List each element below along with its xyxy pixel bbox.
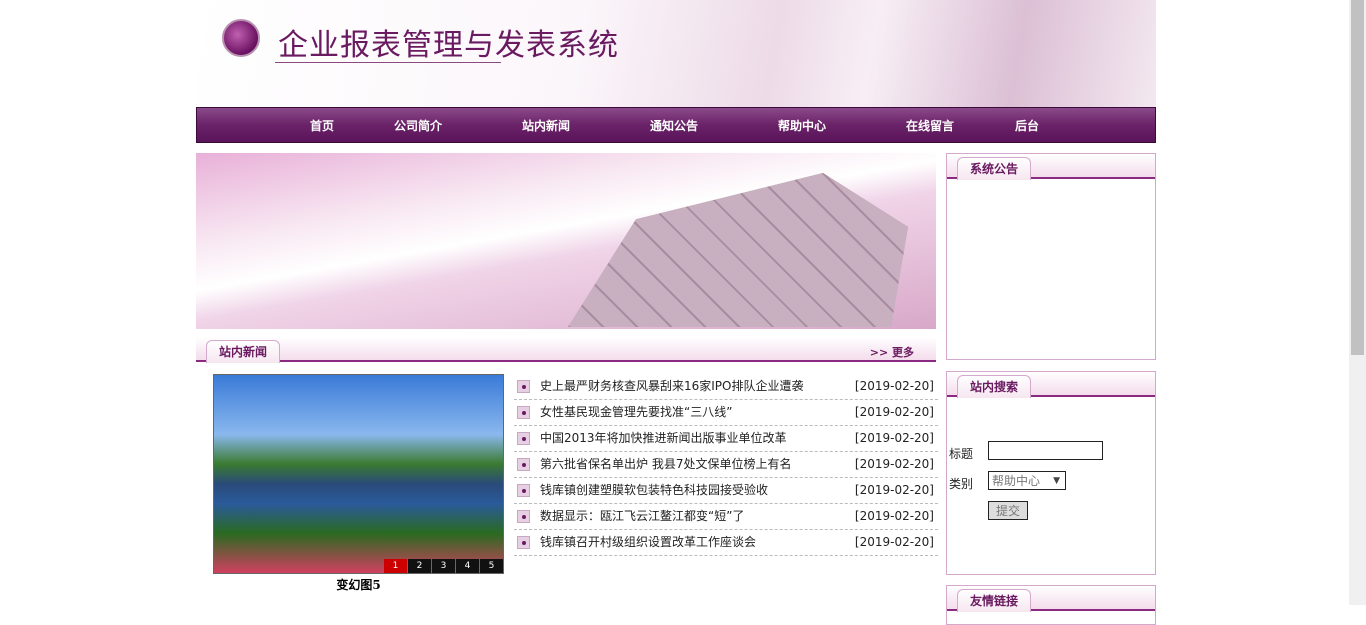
news-title[interactable]: 中国2013年将加快推进新闻出版事业单位改革 bbox=[540, 426, 787, 451]
slide-page-4[interactable]: 4 bbox=[456, 559, 479, 573]
category-select[interactable]: 帮助中心 ▼ bbox=[988, 471, 1066, 490]
header: 企业报表管理与发表系统 bbox=[196, 0, 1156, 107]
search-tab[interactable]: 站内搜索 bbox=[957, 375, 1032, 398]
submit-button[interactable]: 提交 bbox=[988, 501, 1028, 520]
news-tab[interactable]: 站内新闻 bbox=[206, 340, 281, 363]
main-nav: 首页 公司简介 站内新闻 通知公告 帮助中心 在线留言 后台 bbox=[196, 107, 1156, 143]
site-title: 企业报表管理与发表系统 bbox=[278, 28, 619, 63]
news-title[interactable]: 钱库镇创建塑膜软包装特色科技园接受验收 bbox=[540, 478, 768, 503]
nav-news[interactable]: 站内新闻 bbox=[522, 117, 570, 134]
title-label: 标题 bbox=[949, 447, 974, 461]
news-date: [2019-02-20] bbox=[854, 535, 934, 549]
news-date: [2019-02-20] bbox=[854, 457, 934, 471]
links-tabbar: 友情链接 bbox=[947, 586, 1155, 612]
news-date: [2019-02-20] bbox=[854, 405, 934, 419]
scrollbar[interactable] bbox=[1349, 0, 1366, 605]
news-title[interactable]: 钱库镇召开村级组织设置改革工作座谈会 bbox=[540, 530, 756, 555]
nav-help[interactable]: 帮助中心 bbox=[778, 117, 826, 134]
list-item: 第六批省保名单出炉 我县7处文保单位榜上有名 [2019-02-20] bbox=[514, 452, 938, 478]
slide-page-1[interactable]: 1 bbox=[384, 559, 407, 573]
nav-about[interactable]: 公司简介 bbox=[394, 117, 442, 134]
page: 企业报表管理与发表系统 首页 公司简介 站内新闻 通知公告 帮助中心 在线留言 … bbox=[196, 0, 1156, 625]
news-date: [2019-02-20] bbox=[854, 431, 934, 445]
slide-page-2[interactable]: 2 bbox=[408, 559, 431, 573]
slideshow-image[interactable]: 1 2 3 4 5 bbox=[213, 374, 504, 574]
notice-tabbar: 系统公告 bbox=[947, 154, 1155, 180]
links-panel: 友情链接 bbox=[946, 585, 1156, 625]
bullet-icon bbox=[517, 432, 530, 445]
title-input[interactable] bbox=[988, 441, 1103, 460]
news-title[interactable]: 史上最严财务核查风暴刮来16家IPO排队企业遭袭 bbox=[540, 374, 804, 399]
list-item: 钱库镇召开村级组织设置改革工作座谈会 [2019-02-20] bbox=[514, 530, 938, 556]
nav-admin[interactable]: 后台 bbox=[1015, 117, 1039, 134]
slide-page-3[interactable]: 3 bbox=[432, 559, 455, 573]
bullet-icon bbox=[517, 536, 530, 549]
news-title[interactable]: 数据显示：瓯江飞云江鳌江都变“短”了 bbox=[540, 504, 744, 529]
list-item: 女性基民现金管理先要找准“三八线” [2019-02-20] bbox=[514, 400, 938, 426]
bullet-icon bbox=[517, 406, 530, 419]
bullet-icon bbox=[517, 380, 530, 393]
bullet-icon bbox=[517, 484, 530, 497]
notice-tab[interactable]: 系统公告 bbox=[957, 157, 1032, 180]
building-graphic bbox=[568, 173, 908, 327]
nav-guestbook[interactable]: 在线留言 bbox=[906, 117, 954, 134]
slideshow-pager: 1 2 3 4 5 bbox=[383, 559, 503, 573]
slideshow-caption: 变幻图5 bbox=[336, 578, 381, 592]
news-title[interactable]: 女性基民现金管理先要找准“三八线” bbox=[540, 400, 732, 425]
company-logo bbox=[222, 19, 260, 57]
news-date: [2019-02-20] bbox=[854, 379, 934, 393]
chevron-down-icon: ▼ bbox=[1053, 476, 1060, 486]
list-item: 钱库镇创建塑膜软包装特色科技园接受验收 [2019-02-20] bbox=[514, 478, 938, 504]
slide-page-5[interactable]: 5 bbox=[480, 559, 503, 573]
search-tabbar: 站内搜索 bbox=[947, 372, 1155, 398]
news-title[interactable]: 第六批省保名单出炉 我县7处文保单位榜上有名 bbox=[540, 452, 791, 477]
list-item: 史上最严财务核查风暴刮来16家IPO排队企业遭袭 [2019-02-20] bbox=[514, 374, 938, 400]
nav-notices[interactable]: 通知公告 bbox=[650, 117, 698, 134]
notice-panel: 系统公告 bbox=[946, 153, 1156, 360]
list-item: 中国2013年将加快推进新闻出版事业单位改革 [2019-02-20] bbox=[514, 426, 938, 452]
bullet-icon bbox=[517, 510, 530, 523]
news-tabbar: 站内新闻 >> 更多 bbox=[196, 337, 936, 363]
news-date: [2019-02-20] bbox=[854, 509, 934, 523]
bullet-icon bbox=[517, 458, 530, 471]
more-link[interactable]: >> 更多 bbox=[870, 344, 914, 360]
list-item: 数据显示：瓯江飞云江鳌江都变“短”了 [2019-02-20] bbox=[514, 504, 938, 530]
category-value: 帮助中心 bbox=[992, 474, 1041, 488]
category-label: 类别 bbox=[949, 477, 974, 491]
title-underline bbox=[275, 62, 501, 63]
banner-image bbox=[196, 153, 936, 329]
search-panel: 站内搜索 标题 类别 帮助中心 ▼ 提交 bbox=[946, 371, 1156, 575]
news-list: 史上最严财务核查风暴刮来16家IPO排队企业遭袭 [2019-02-20] 女性基… bbox=[514, 374, 938, 556]
nav-home[interactable]: 首页 bbox=[310, 117, 334, 134]
news-date: [2019-02-20] bbox=[854, 483, 934, 497]
links-tab[interactable]: 友情链接 bbox=[957, 589, 1032, 612]
scrollbar-thumb[interactable] bbox=[1351, 0, 1364, 355]
